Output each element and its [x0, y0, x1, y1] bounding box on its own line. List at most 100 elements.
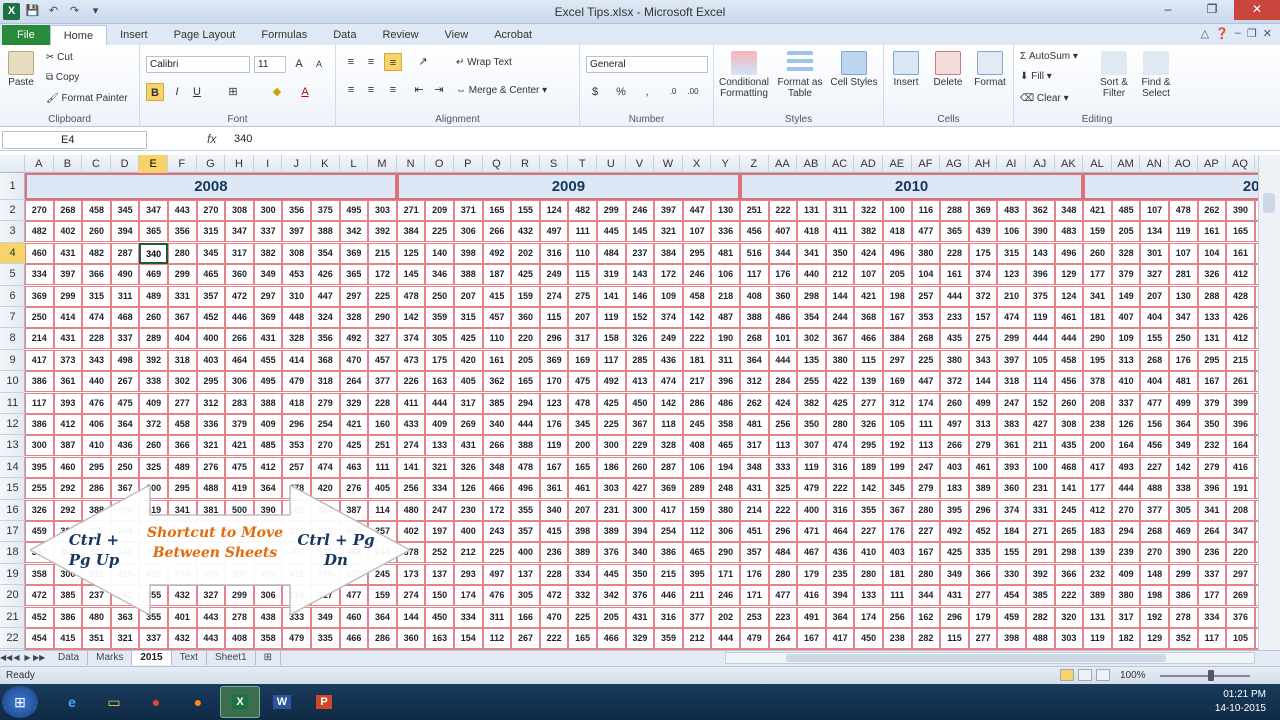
- table-cell[interactable]: 404: [1140, 371, 1169, 393]
- table-cell[interactable]: 142: [396, 307, 426, 328]
- table-cell[interactable]: 313: [968, 414, 998, 435]
- table-cell[interactable]: 296: [282, 414, 311, 435]
- year-header[interactable]: 2010: [740, 173, 1084, 200]
- table-cell[interactable]: 411: [825, 221, 855, 243]
- table-cell[interactable]: 360: [396, 628, 426, 649]
- table-cell[interactable]: 414: [53, 307, 83, 328]
- table-cell[interactable]: 130: [711, 200, 740, 221]
- table-cell[interactable]: 177: [1197, 585, 1227, 607]
- table-cell[interactable]: 288: [1197, 285, 1227, 307]
- table-cell[interactable]: 142: [682, 307, 712, 328]
- table-cell[interactable]: 367: [110, 478, 140, 500]
- table-cell[interactable]: 186: [597, 456, 626, 478]
- table-cell[interactable]: 417: [25, 349, 54, 371]
- table-cell[interactable]: 435: [940, 328, 969, 350]
- table-cell[interactable]: 426: [311, 264, 340, 286]
- table-cell[interactable]: 392: [139, 349, 168, 371]
- table-cell[interactable]: 364: [253, 478, 283, 500]
- table-cell[interactable]: 270: [25, 200, 54, 221]
- column-header[interactable]: N: [397, 155, 426, 173]
- table-cell[interactable]: 276: [339, 478, 369, 500]
- table-cell[interactable]: 222: [1054, 585, 1084, 607]
- table-cell[interactable]: 342: [339, 221, 369, 243]
- table-cell[interactable]: 492: [339, 328, 369, 350]
- orientation-icon[interactable]: ↗: [414, 53, 432, 71]
- table-cell[interactable]: 190: [711, 328, 740, 350]
- table-cell[interactable]: 355: [854, 499, 883, 521]
- table-cell[interactable]: 200: [568, 435, 597, 457]
- table-cell[interactable]: 289: [682, 478, 712, 500]
- table-cell[interactable]: 295: [1197, 349, 1227, 371]
- table-cell[interactable]: 306: [225, 371, 254, 393]
- table-cell[interactable]: 155: [511, 200, 540, 221]
- cell-styles-button[interactable]: Cell Styles: [828, 51, 880, 88]
- table-cell[interactable]: 265: [1054, 521, 1084, 542]
- table-cell[interactable]: 386: [53, 606, 83, 628]
- table-cell[interactable]: 468: [110, 307, 140, 328]
- table-cell[interactable]: 176: [883, 521, 912, 542]
- table-cell[interactable]: 208: [1083, 392, 1112, 414]
- table-cell[interactable]: 197: [425, 521, 454, 542]
- table-cell[interactable]: 419: [139, 499, 168, 521]
- table-cell[interactable]: 211: [1026, 435, 1055, 457]
- table-cell[interactable]: 364: [110, 414, 140, 435]
- table-cell[interactable]: 348: [1054, 200, 1084, 221]
- table-cell[interactable]: 222: [768, 200, 798, 221]
- table-cell[interactable]: 124: [539, 200, 569, 221]
- table-cell[interactable]: 250: [425, 285, 454, 307]
- table-cell[interactable]: 161: [482, 349, 512, 371]
- table-cell[interactable]: 316: [654, 606, 683, 628]
- table-cell[interactable]: 396: [1226, 414, 1255, 435]
- table-cell[interactable]: 274: [539, 285, 569, 307]
- firefox-icon[interactable]: ●: [178, 686, 218, 718]
- table-cell[interactable]: 236: [1197, 542, 1227, 564]
- table-cell[interactable]: 347: [225, 221, 254, 243]
- table-cell[interactable]: 167: [883, 307, 912, 328]
- table-cell[interactable]: 164: [1226, 435, 1255, 457]
- table-cell[interactable]: 368: [311, 349, 340, 371]
- table-cell[interactable]: 207: [454, 285, 483, 307]
- table-cell[interactable]: 270: [1140, 542, 1169, 564]
- horizontal-scrollbar[interactable]: [725, 652, 1255, 664]
- table-cell[interactable]: 318: [997, 371, 1026, 393]
- table-cell[interactable]: 286: [82, 478, 111, 500]
- column-header[interactable]: AO: [1169, 155, 1198, 173]
- table-cell[interactable]: 460: [25, 242, 54, 264]
- table-cell[interactable]: 403: [196, 349, 226, 371]
- table-cell[interactable]: 230: [454, 499, 483, 521]
- table-cell[interactable]: 455: [253, 349, 283, 371]
- table-cell[interactable]: 318: [311, 371, 340, 393]
- table-cell[interactable]: 415: [110, 563, 140, 585]
- table-cell[interactable]: 227: [1140, 456, 1169, 478]
- table-cell[interactable]: 372: [940, 371, 969, 393]
- table-cell[interactable]: 209: [425, 200, 454, 221]
- table-cell[interactable]: 107: [1169, 242, 1198, 264]
- active-cell[interactable]: 340: [139, 242, 168, 264]
- table-cell[interactable]: 366: [1054, 563, 1084, 585]
- table-cell[interactable]: 192: [883, 435, 912, 457]
- table-cell[interactable]: 488: [196, 478, 226, 500]
- table-cell[interactable]: 338: [1169, 478, 1198, 500]
- table-cell[interactable]: 460: [53, 456, 83, 478]
- table-cell[interactable]: 277: [968, 585, 998, 607]
- delete-cells-button[interactable]: Delete: [928, 51, 968, 88]
- table-cell[interactable]: 450: [854, 628, 883, 649]
- table-cell[interactable]: 341: [168, 499, 197, 521]
- table-cell[interactable]: 431: [53, 242, 83, 264]
- table-cell[interactable]: 477: [911, 221, 941, 243]
- table-cell[interactable]: 340: [625, 542, 655, 564]
- tab-file[interactable]: File: [2, 25, 50, 45]
- table-cell[interactable]: 389: [597, 521, 626, 542]
- row-header[interactable]: 21: [0, 607, 25, 628]
- table-cell[interactable]: 345: [196, 242, 226, 264]
- table-cell[interactable]: 232: [1083, 563, 1112, 585]
- table-cell[interactable]: 328: [339, 307, 369, 328]
- table-cell[interactable]: 134: [1140, 221, 1169, 243]
- table-cell[interactable]: 260: [1054, 392, 1084, 414]
- table-cell[interactable]: 355: [511, 499, 540, 521]
- table-cell[interactable]: 349: [253, 264, 283, 286]
- table-cell[interactable]: 390: [253, 499, 283, 521]
- table-cell[interactable]: 380: [825, 349, 855, 371]
- table-cell[interactable]: 161: [940, 264, 969, 286]
- table-cell[interactable]: 266: [482, 221, 512, 243]
